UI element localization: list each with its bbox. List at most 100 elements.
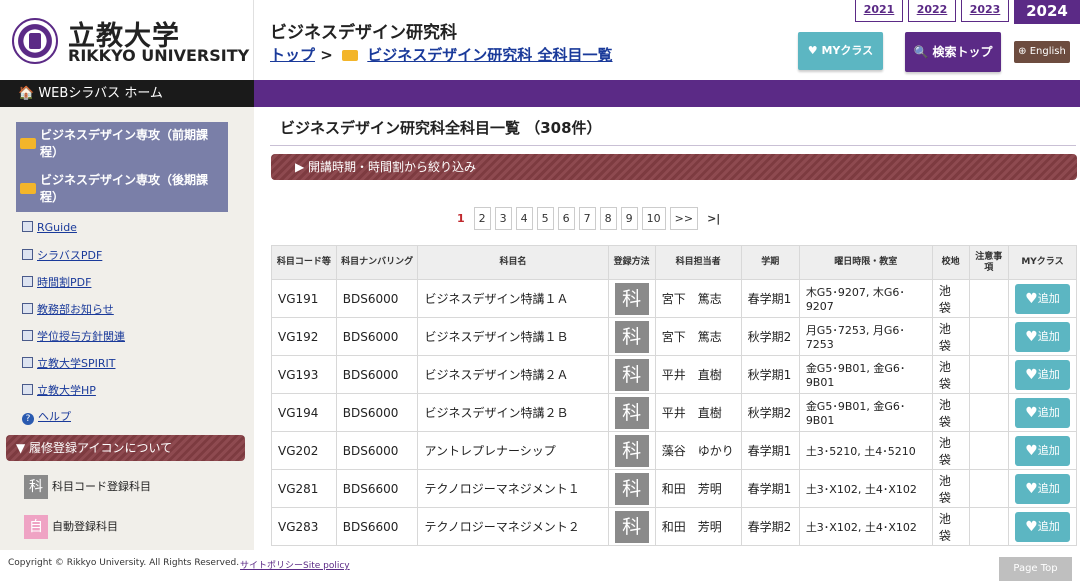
table-row: VG193 BDS6000 ビジネスデザイン特講２Ａ 科 平井 直樹 秋学期1 … [271, 355, 1078, 394]
sidebar-link-label[interactable]: 学位授与方針関連 [37, 330, 125, 343]
registration-method-cell: 科 [607, 431, 656, 470]
add-to-myclass-button[interactable]: ♥追加 [1014, 321, 1070, 352]
sidebar-link-news[interactable]: 教務部お知らせ [22, 301, 114, 317]
year-tab-2023[interactable]: 2023 [961, 0, 1009, 22]
sidebar-link-timetable-pdf[interactable]: 時間割PDF [22, 274, 91, 290]
page-link[interactable]: 5 [536, 207, 554, 230]
course-campus: 池袋 [931, 279, 970, 318]
course-schedule: 金G5･9B01, 金G6･9B01 [798, 393, 933, 432]
sidebar-link-rguide[interactable]: RGuide [22, 221, 77, 234]
year-tab-current[interactable]: 2024 [1014, 0, 1080, 24]
sidebar-link-syllabus-pdf[interactable]: シラバスPDF [22, 247, 102, 263]
next-page-button[interactable]: >> [669, 207, 699, 230]
breadcrumb-current-link[interactable]: ビジネスデザイン研究科 全科目一覧 [367, 46, 612, 64]
page-link[interactable]: 6 [557, 207, 575, 230]
course-notes [968, 317, 1009, 356]
university-logo[interactable]: 立教大学 RIKKYO UNIVERSITY [0, 0, 254, 80]
filter-toggle[interactable]: ▶ 開講時期・時間割から絞り込み [271, 154, 1077, 180]
sidebar-link-degree-policy[interactable]: 学位授与方針関連 [22, 328, 125, 344]
course-name[interactable]: テクノロジーマネジメント２ [417, 507, 609, 546]
add-to-myclass-button[interactable]: ♥追加 [1014, 283, 1070, 314]
course-campus: 池袋 [931, 393, 970, 432]
icon-legend-toggle[interactable]: ▼ 履修登録アイコンについて [6, 435, 245, 461]
course-teacher: 和田 芳明 [654, 469, 742, 508]
page-link[interactable]: 10 [641, 207, 666, 230]
site-policy-link[interactable]: サイトポリシーSite policy [240, 558, 350, 571]
heart-plus-icon: ♥ [1025, 290, 1038, 307]
course-name[interactable]: アントレプレナーシップ [417, 431, 609, 470]
add-label: 追加 [1037, 481, 1060, 495]
column-header-campus: 校地 [931, 245, 970, 280]
year-tab-2021[interactable]: 2021 [855, 0, 903, 22]
course-schedule: 土3･5210, 土4･5210 [798, 431, 933, 470]
course-table: 科目コード等 科目ナンバリング 科目名 登録方法 科目担当者 学期 曜日時限・教… [271, 245, 1078, 546]
column-header-term: 学期 [740, 245, 800, 280]
course-name[interactable]: ビジネスデザイン特講２Ｂ [417, 393, 609, 432]
sidebar-major-master[interactable]: ビジネスデザイン専攻（前期課程） [16, 122, 228, 167]
add-label: 追加 [1037, 291, 1060, 305]
myclass-cell: ♥追加 [1007, 469, 1078, 508]
course-code-icon: 科 [614, 282, 649, 315]
add-to-myclass-button[interactable]: ♥追加 [1014, 397, 1070, 428]
add-to-myclass-button[interactable]: ♥追加 [1014, 511, 1070, 542]
sidebar-link-label[interactable]: 立教大学HP [37, 384, 96, 397]
breadcrumb-top-link[interactable]: トップ [270, 46, 315, 64]
course-name[interactable]: ビジネスデザイン特講２Ａ [417, 355, 609, 394]
course-teacher: 藻谷 ゆかり [654, 431, 742, 470]
sidebar-link-help[interactable]: ? ヘルプ [22, 408, 71, 425]
myclass-cell: ♥追加 [1007, 279, 1078, 318]
last-page-button[interactable]: >| [702, 207, 725, 230]
table-row: VG194 BDS6000 ビジネスデザイン特講２Ｂ 科 平井 直樹 秋学期2 … [271, 393, 1078, 432]
course-schedule: 土3･X102, 土4･X102 [798, 507, 933, 546]
sidebar-major-doctor[interactable]: ビジネスデザイン専攻（後期課程） [16, 167, 228, 212]
page-title: ビジネスデザイン研究科全科目一覧 （308件） [280, 119, 602, 137]
course-code: VG191 [271, 279, 337, 318]
sidebar-link-label[interactable]: シラバスPDF [37, 249, 102, 262]
page-link[interactable]: 9 [620, 207, 638, 230]
add-to-myclass-button[interactable]: ♥追加 [1014, 473, 1070, 504]
course-code: VG202 [271, 431, 337, 470]
course-name[interactable]: ビジネスデザイン特講１Ａ [417, 279, 609, 318]
english-button[interactable]: ⊕ English [1014, 41, 1070, 63]
nav-bar: 🏠 WEBシラバス ホーム [0, 80, 1080, 107]
course-code-icon: 科 [614, 510, 649, 543]
add-label: 追加 [1037, 443, 1060, 457]
page-link[interactable]: 8 [599, 207, 617, 230]
add-label: 追加 [1037, 367, 1060, 381]
page-top-button[interactable]: Page Top [999, 557, 1072, 581]
course-campus: 池袋 [931, 469, 970, 508]
university-seal-icon [12, 18, 58, 64]
heart-plus-icon: ♥ [1025, 328, 1038, 345]
course-name[interactable]: ビジネスデザイン特講１Ｂ [417, 317, 609, 356]
add-to-myclass-button[interactable]: ♥追加 [1014, 435, 1070, 466]
sidebar-link-spirit[interactable]: 立教大学SPIRIT [22, 355, 115, 371]
web-syllabus-home-link[interactable]: 🏠 WEBシラバス ホーム [0, 80, 254, 107]
course-code-icon: 科 [614, 472, 649, 505]
sidebar-link-label[interactable]: 立教大学SPIRIT [37, 357, 115, 370]
sidebar-link-label[interactable]: 時間割PDF [37, 276, 91, 289]
heart-plus-icon: ♥ [1025, 404, 1038, 421]
course-notes [968, 355, 1009, 394]
course-name[interactable]: テクノロジーマネジメント１ [417, 469, 609, 508]
year-tabs: 2021 2022 2023 2024 [855, 0, 1080, 24]
column-header-code: 科目コード等 [271, 245, 337, 280]
sidebar-link-label[interactable]: ヘルプ [38, 410, 71, 423]
page-link[interactable]: 1 [452, 207, 470, 230]
page-link[interactable]: 3 [494, 207, 512, 230]
page-link[interactable]: 4 [515, 207, 533, 230]
icon-legend-item: 自自動登録科目 [24, 515, 118, 539]
sidebar-link-label[interactable]: 教務部お知らせ [37, 303, 114, 316]
my-class-button[interactable]: ♥ MYクラス [798, 32, 883, 70]
year-tab-2022[interactable]: 2022 [908, 0, 956, 22]
registration-method-cell: 科 [607, 507, 656, 546]
search-top-button[interactable]: 🔍 検索トップ [905, 32, 1001, 72]
add-label: 追加 [1037, 405, 1060, 419]
course-term: 秋学期2 [740, 317, 800, 356]
book-icon [22, 330, 33, 341]
add-to-myclass-button[interactable]: ♥追加 [1014, 359, 1070, 390]
page-link[interactable]: 2 [473, 207, 491, 230]
page-link[interactable]: 7 [578, 207, 596, 230]
sidebar-link-university-hp[interactable]: 立教大学HP [22, 382, 96, 398]
table-row: VG191 BDS6000 ビジネスデザイン特講１Ａ 科 宮下 篤志 春学期1 … [271, 279, 1078, 318]
sidebar-link-label[interactable]: RGuide [37, 221, 77, 234]
